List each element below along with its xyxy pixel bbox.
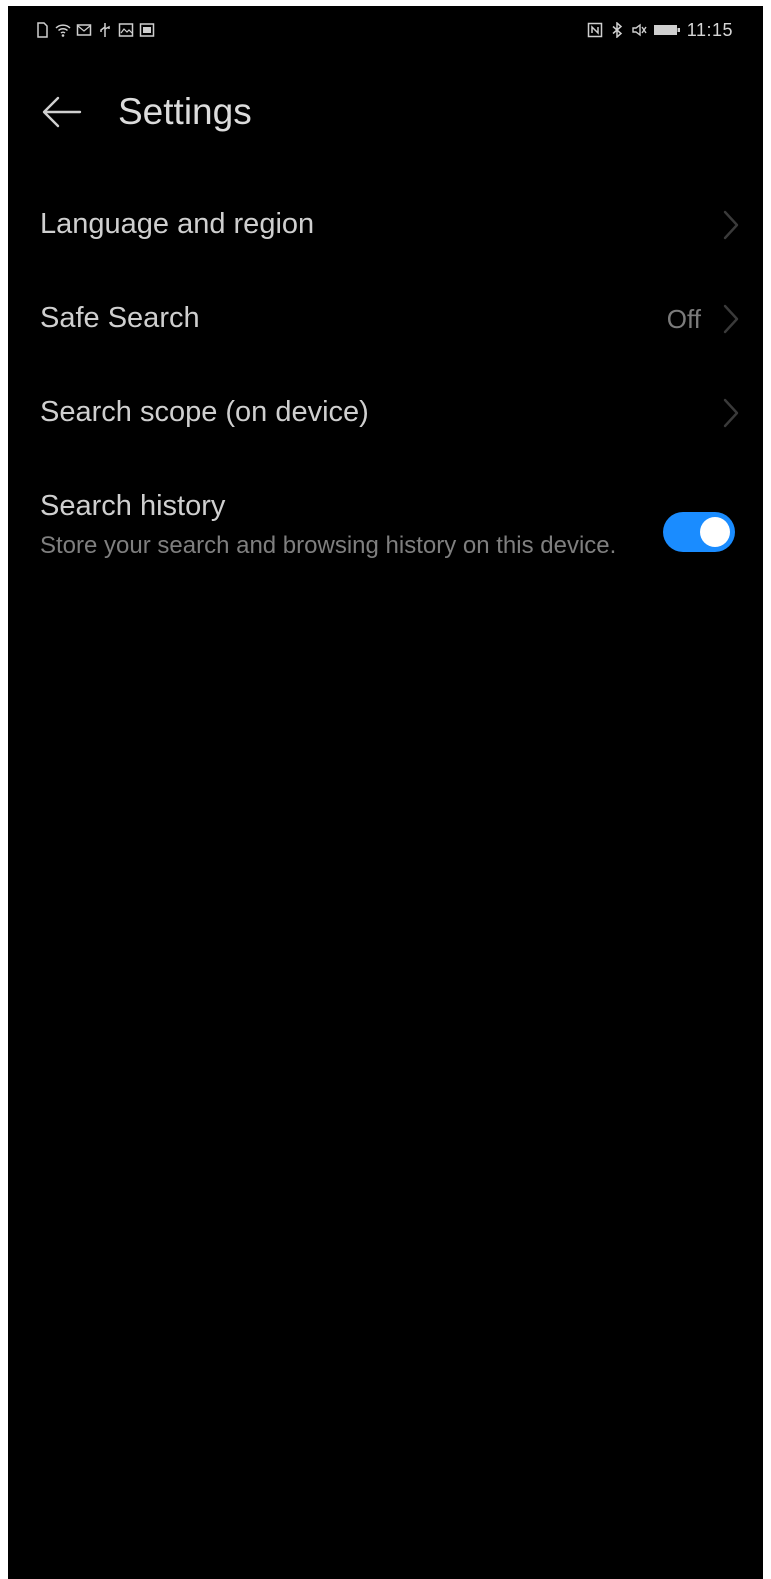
search-history-row: Search history Store your search and bro… <box>8 476 763 606</box>
chevron-right-icon <box>721 208 741 242</box>
app-bar: Settings <box>8 76 763 146</box>
toggle-knob <box>700 517 730 547</box>
wifi-icon <box>55 22 71 38</box>
gallery-icon <box>118 22 134 38</box>
nfc-icon <box>587 22 603 38</box>
row-label: Search scope (on device) <box>40 396 369 428</box>
chevron-right-icon <box>721 302 741 336</box>
back-button[interactable] <box>38 88 86 136</box>
search-history-toggle[interactable] <box>663 512 735 552</box>
settings-screen: 11:15 Settings Language and region Safe … <box>8 6 763 1579</box>
row-label: Language and region <box>40 208 315 240</box>
safe-search-row[interactable]: Safe Search Off <box>8 272 763 366</box>
image-icon <box>139 22 155 38</box>
row-label: Safe Search <box>40 302 200 334</box>
bluetooth-icon <box>609 22 625 38</box>
search-scope-row[interactable]: Search scope (on device) <box>8 366 763 460</box>
page-title: Settings <box>118 91 252 132</box>
language-and-region-row[interactable]: Language and region <box>8 178 763 272</box>
status-time: 11:15 <box>686 19 733 40</box>
usb-icon <box>97 22 113 38</box>
mute-icon <box>631 22 647 38</box>
safe-search-value: Off <box>666 304 701 334</box>
battery-icon <box>653 22 681 38</box>
search-history-description: Store your search and browsing history o… <box>40 532 617 559</box>
status-right-icons: 11:15 <box>587 18 733 42</box>
message-icon <box>76 22 92 38</box>
sim-card-icon <box>34 22 50 38</box>
chevron-right-icon <box>721 396 741 430</box>
status-bar: 11:15 <box>8 6 763 54</box>
search-history-title: Search history <box>40 490 226 522</box>
arrow-left-icon <box>42 96 82 128</box>
status-left-icons <box>34 18 155 42</box>
